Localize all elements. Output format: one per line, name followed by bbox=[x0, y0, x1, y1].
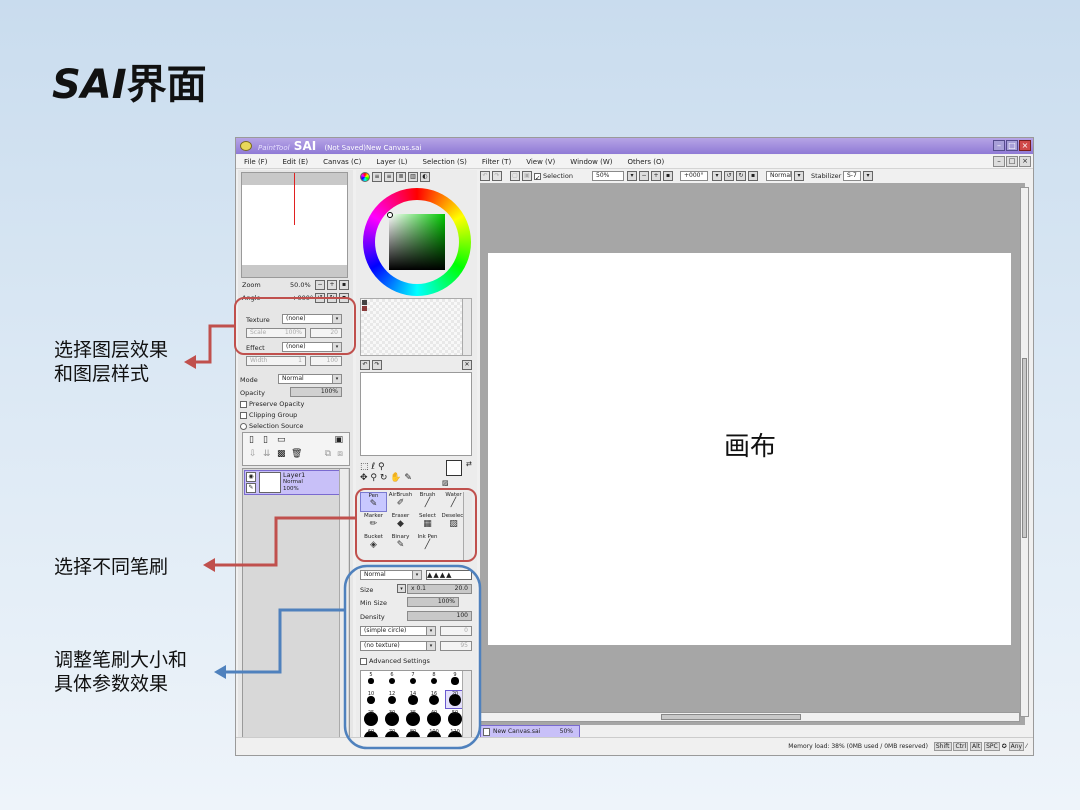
annotation-overlay bbox=[184, 297, 482, 750]
brush-params-highlight bbox=[343, 564, 482, 750]
layer-effect-highlight bbox=[234, 297, 356, 355]
brush-highlight bbox=[355, 488, 477, 562]
layer-effect-arrow bbox=[194, 324, 235, 364]
layer-effect-arrowhead bbox=[184, 355, 196, 369]
brush-params-arrowhead bbox=[214, 665, 226, 679]
brush-params-arrow bbox=[226, 608, 345, 674]
brush-arrowhead bbox=[203, 558, 215, 572]
brush-arrow bbox=[214, 516, 356, 567]
